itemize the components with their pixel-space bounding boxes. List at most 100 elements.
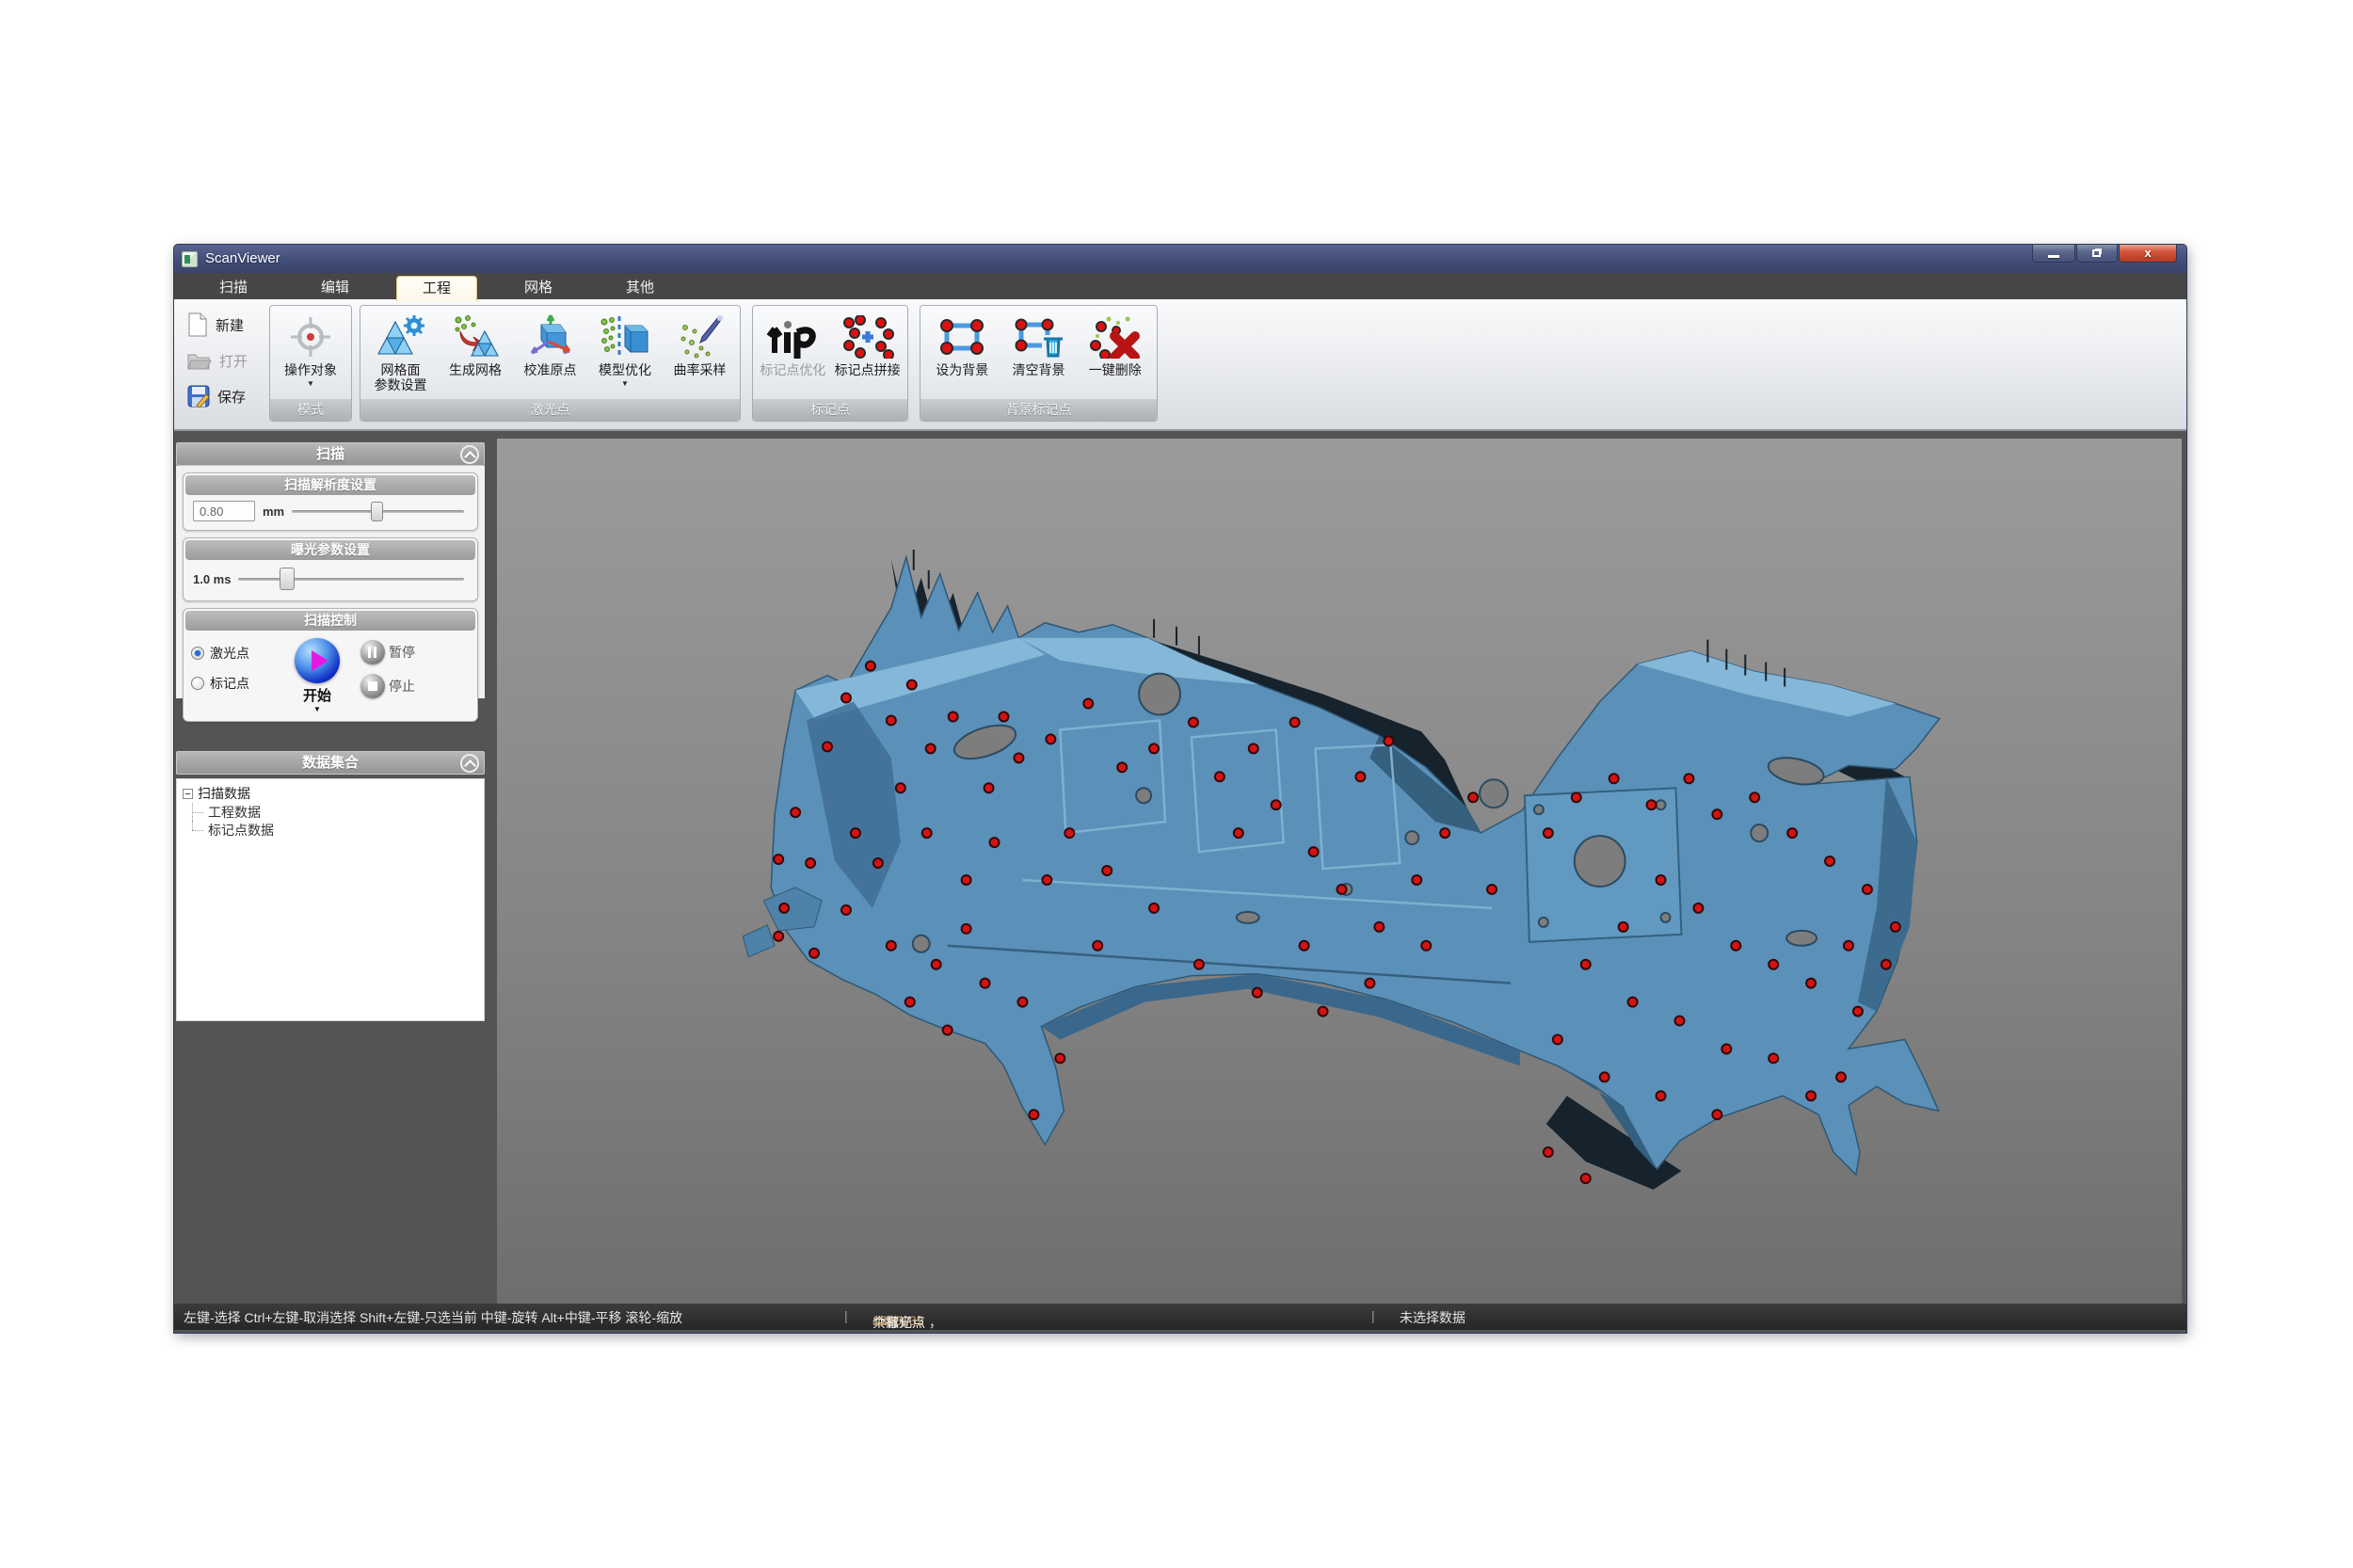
- start-scan-button[interactable]: [295, 638, 340, 683]
- clear-background-button[interactable]: 清空背景: [1004, 306, 1074, 398]
- menu-tab-bar: 扫描 编辑 工程 网格 其他: [174, 273, 2186, 299]
- scan-marker: [1487, 885, 1497, 894]
- tree-connector: [192, 803, 205, 821]
- pause-icon: [360, 640, 385, 664]
- clear-background-label: 清空背景: [1013, 362, 1065, 377]
- close-button[interactable]: x: [2119, 245, 2177, 263]
- marker-optimize-button[interactable]: 标记点优化: [758, 306, 827, 398]
- scan-control-title: 扫描控制: [185, 611, 475, 631]
- scan-marker: [823, 742, 832, 751]
- scan-marker: [1853, 1007, 1863, 1016]
- radio-unselected-icon: [191, 677, 204, 690]
- pause-button[interactable]: 暂停: [360, 640, 472, 664]
- curvature-sampling-icon: [676, 312, 725, 362]
- ribbon-group-mode: 操作对象 ▼ 模式: [269, 305, 352, 422]
- selection-status: 未选择数据: [1400, 1308, 1465, 1327]
- minimize-button[interactable]: [2032, 245, 2075, 263]
- tree-item-marker-data[interactable]: 标记点数据: [183, 821, 484, 839]
- scan-marker: [1055, 1053, 1064, 1063]
- scan-marker: [1194, 960, 1204, 969]
- generate-mesh-label: 生成网格: [449, 362, 502, 377]
- ribbon-group-marker: 标记点优化 标记点拼接 标记点: [752, 305, 908, 422]
- scan-marker: [1863, 885, 1872, 894]
- start-dropdown-icon[interactable]: ▼: [274, 705, 360, 713]
- scan-marker: [1609, 774, 1619, 783]
- exposure-slider-thumb[interactable]: [280, 568, 295, 590]
- title-bar[interactable]: ScanViewer x: [174, 245, 2186, 273]
- scan-marker: [1412, 875, 1421, 885]
- resolution-slider[interactable]: [292, 501, 468, 521]
- resolution-slider-thumb[interactable]: [371, 502, 383, 521]
- scan-marker: [1881, 960, 1891, 969]
- exposure-value: 1.0 ms: [193, 572, 231, 586]
- stop-button[interactable]: 停止: [360, 674, 472, 698]
- mesh-param-settings-button[interactable]: 网格面 参数设置: [366, 306, 436, 398]
- scan-marker: [907, 680, 917, 690]
- tab-other[interactable]: 其他: [600, 276, 680, 299]
- scan-marker: [1750, 792, 1759, 802]
- scan-marker: [1234, 828, 1243, 838]
- resolution-input[interactable]: [193, 501, 255, 521]
- tab-edit[interactable]: 编辑: [295, 276, 376, 299]
- resolution-section-title: 扫描解析度设置: [185, 475, 475, 495]
- ribbon: 新建 打开 保存 操作对象 ▼ 模式: [174, 299, 2186, 431]
- marker-point-radio[interactable]: 标记点: [191, 674, 274, 693]
- scan-marker: [1712, 1110, 1721, 1119]
- scan-marker: [1365, 979, 1374, 988]
- curvature-sampling-button[interactable]: 曲率采样: [665, 306, 735, 398]
- model-optimize-button[interactable]: 模型优化 ▼: [590, 306, 660, 398]
- restore-button[interactable]: [2076, 245, 2118, 263]
- save-button[interactable]: 保存: [184, 378, 266, 414]
- new-file-button[interactable]: 新建: [184, 307, 266, 343]
- laser-point-radio[interactable]: 激光点: [191, 644, 274, 663]
- scan-marker: [1891, 922, 1900, 932]
- generate-mesh-button[interactable]: 生成网格: [440, 306, 510, 398]
- scan-marker: [1628, 998, 1638, 1007]
- scan-marker: [962, 875, 971, 885]
- open-file-button[interactable]: 打开: [184, 343, 266, 378]
- tab-project[interactable]: 工程: [396, 276, 477, 301]
- new-file-label: 新建: [216, 315, 244, 335]
- mouse-hints: 左键-选择 Ctrl+左键-取消选择 Shift+左键-只选当前 中键-旋转 A…: [184, 1308, 682, 1327]
- marker-point-radio-label: 标记点: [210, 674, 249, 693]
- tab-scan[interactable]: 扫描: [193, 276, 274, 299]
- scan-marker: [1102, 866, 1112, 875]
- calibrate-origin-button[interactable]: 校准原点: [516, 306, 585, 398]
- scan-marker: [990, 838, 1000, 847]
- restore-icon: [2092, 249, 2101, 257]
- save-label: 保存: [217, 387, 246, 407]
- group-label-background-marker: 背景标记点: [920, 399, 1157, 421]
- scan-marker: [1249, 744, 1258, 753]
- exposure-slider[interactable]: [238, 568, 468, 589]
- scan-marker: [841, 905, 851, 915]
- tab-mesh[interactable]: 网格: [498, 276, 579, 299]
- scan-marker: [1806, 979, 1816, 988]
- window-title: ScanViewer: [205, 250, 280, 266]
- scan-marker: [887, 941, 896, 951]
- status-bar: 左键-选择 Ctrl+左键-取消选择 Shift+左键-只选当前 中键-旋转 A…: [174, 1304, 2186, 1330]
- app-icon: [182, 251, 198, 267]
- delete-all-icon: [1090, 312, 1141, 362]
- tree-item-project-data[interactable]: 工程数据: [183, 803, 484, 821]
- scan-marker: [1421, 941, 1431, 951]
- operation-object-button[interactable]: 操作对象 ▼: [276, 306, 345, 398]
- set-background-label: 设为背景: [936, 362, 988, 377]
- tree-item-scan-data[interactable]: 扫描数据: [183, 784, 484, 803]
- marker-stitch-button[interactable]: 标记点拼接: [833, 306, 903, 398]
- scan-marker: [1064, 828, 1074, 838]
- scan-marker: [1083, 699, 1093, 709]
- exposure-section-title: 曝光参数设置: [185, 540, 475, 560]
- collapse-icon[interactable]: [460, 754, 479, 773]
- collapse-icon[interactable]: [460, 445, 479, 464]
- scan-marker: [1825, 856, 1834, 866]
- scan-marker: [1384, 736, 1393, 745]
- calibrate-origin-icon: [526, 312, 575, 362]
- set-background-button[interactable]: 设为背景: [927, 306, 997, 398]
- exposure-section: 曝光参数设置 1.0 ms: [183, 537, 478, 601]
- scan-marker: [1769, 1053, 1778, 1063]
- scan-panel-body: 扫描解析度设置 mm 曝光参数设置 1.0 ms: [176, 466, 485, 698]
- viewport-3d[interactable]: [497, 439, 2182, 1304]
- delete-all-button[interactable]: 一键删除: [1080, 306, 1150, 398]
- tree-collapse-icon[interactable]: [183, 789, 193, 799]
- scan-marker: [1647, 800, 1657, 809]
